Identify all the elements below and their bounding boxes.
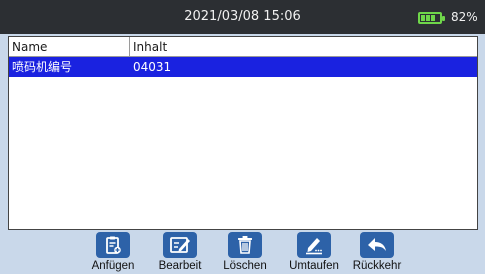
add-button-label: Anfügen: [91, 260, 135, 272]
status-bar: 2021/03/08 15:06 82%: [0, 0, 485, 34]
bottom-toolbar: Anfügen Bearbeit Löschen Umtaufen Rückke…: [0, 232, 485, 274]
edit-button[interactable]: Bearbeit: [145, 232, 215, 274]
rename-button[interactable]: Umtaufen: [279, 232, 349, 274]
rename-button-label: Umtaufen: [289, 260, 339, 272]
delete-button[interactable]: Löschen: [210, 232, 280, 274]
table-header: Name Inhalt: [9, 37, 477, 57]
table-cell-name: 喷码机编号: [12, 60, 73, 74]
status-datetime: 2021/03/08 15:06: [184, 9, 301, 24]
edit-button-label: Bearbeit: [158, 260, 202, 272]
table-cell-content: 04031: [133, 60, 172, 74]
return-button-label: Rückkehr: [352, 260, 402, 272]
return-arrow-icon: [360, 232, 394, 258]
battery-percent: 82%: [451, 10, 478, 24]
column-header-content[interactable]: Inhalt: [130, 37, 477, 57]
add-button[interactable]: Anfügen: [78, 232, 148, 274]
return-button[interactable]: Rückkehr: [342, 232, 412, 274]
battery-level-fill: [421, 15, 436, 21]
column-header-name[interactable]: Name: [9, 37, 130, 57]
edit-note-icon: [163, 232, 197, 258]
trash-icon: [228, 232, 262, 258]
battery-icon: [418, 12, 445, 24]
rename-pen-icon: [297, 232, 331, 258]
delete-button-label: Löschen: [223, 260, 267, 272]
file-table: Name Inhalt 喷码机编号 04031: [8, 36, 478, 230]
clipboard-add-icon: [96, 232, 130, 258]
table-row[interactable]: 喷码机编号 04031: [9, 57, 477, 77]
